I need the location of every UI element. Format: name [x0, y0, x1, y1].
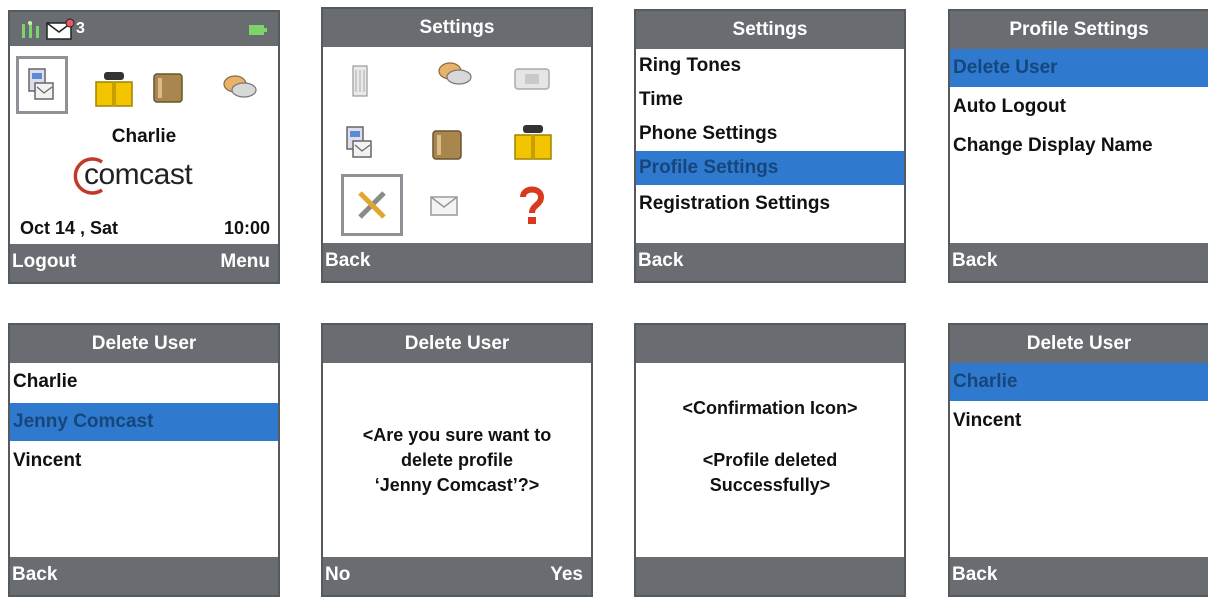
contacts-card-icon[interactable]	[345, 125, 373, 161]
yes-softkey[interactable]: Yes	[550, 564, 583, 586]
user-name: Charlie	[111, 126, 177, 147]
deleted-message-line-1: <Profile deleted	[702, 450, 838, 470]
confirm-message-line-1: <Are you sure want to	[362, 425, 552, 445]
back-softkey[interactable]: Back	[325, 250, 370, 272]
confirm-message-line-3: ‘Jenny Comcast’?>	[374, 475, 540, 495]
menu-item-registration-settings[interactable]: Registration Settings	[636, 187, 904, 221]
home-screen: 3 Charlie comcast Oct 14 , Sat 10:00 Log…	[8, 10, 280, 284]
screen-title: Settings	[636, 11, 904, 49]
notebook-icon[interactable]	[429, 127, 465, 163]
settings-grid-screen: Settings Back	[321, 7, 593, 283]
screen-title	[636, 325, 904, 363]
softkey-bar: Logout Menu	[10, 244, 278, 282]
softkey-bar: Back	[950, 243, 1208, 281]
user-item-charlie[interactable]: Charlie	[950, 363, 1208, 401]
notification-count: 3	[76, 20, 85, 37]
menu-item-change-display-name[interactable]: Change Display Name	[950, 127, 1208, 165]
phone-book-icon[interactable]	[94, 68, 134, 108]
screen-title: Delete User	[323, 325, 591, 363]
menu-item-time[interactable]: Time	[636, 83, 904, 117]
confirmation-icon-placeholder: <Confirmation Icon>	[682, 398, 858, 418]
brand-logo: comcast	[72, 156, 222, 196]
deleted-notice-screen: <Confirmation Icon> <Profile deleted Suc…	[634, 323, 906, 597]
help-question-icon[interactable]	[519, 185, 545, 225]
settings-list-screen: Settings Ring Tones Time Phone Settings …	[634, 9, 906, 283]
brand-text: comcast	[84, 158, 193, 191]
delete-user-screen: Delete User Charlie Jenny Comcast Vincen…	[8, 323, 280, 597]
user-item-jenny-comcast[interactable]: Jenny Comcast	[10, 403, 278, 441]
screen-title: Profile Settings	[950, 11, 1208, 49]
user-item-charlie[interactable]: Charlie	[10, 363, 278, 401]
battery-icon	[249, 25, 267, 35]
screen-title: Delete User	[950, 325, 1208, 363]
screen-title: Delete User	[10, 325, 278, 363]
softkey-bar: Back	[10, 557, 278, 595]
softkey-bar: Back	[323, 243, 591, 281]
screen-icon[interactable]	[513, 65, 551, 93]
tools-icon	[358, 191, 386, 219]
date-text: Oct 14 , Sat	[20, 218, 119, 238]
menu-item-phone-settings[interactable]: Phone Settings	[636, 117, 904, 151]
delete-confirm-screen: Delete User <Are you sure want to delete…	[321, 323, 593, 597]
user-item-vincent[interactable]: Vincent	[10, 442, 278, 480]
softkey-bar: Back	[636, 243, 904, 281]
back-softkey[interactable]: Back	[12, 564, 57, 586]
screen-title: Settings	[323, 9, 591, 47]
menu-softkey[interactable]: Menu	[220, 251, 270, 273]
logout-softkey[interactable]: Logout	[12, 251, 76, 273]
signal-icon	[22, 21, 39, 38]
softkey-bar	[636, 557, 904, 595]
confirm-message-line-2: delete profile	[400, 450, 514, 470]
profile-settings-screen: Profile Settings Delete User Auto Logout…	[948, 9, 1208, 283]
softkey-bar: Back	[950, 557, 1208, 595]
back-softkey[interactable]: Back	[952, 564, 997, 586]
contacts-card-icon	[28, 68, 54, 100]
chat-bubbles-icon[interactable]	[220, 72, 260, 102]
back-softkey[interactable]: Back	[638, 250, 683, 272]
time-text: 10:00	[223, 218, 270, 238]
phone-list-icon[interactable]	[351, 64, 371, 98]
menu-item-delete-user[interactable]: Delete User	[950, 49, 1208, 87]
menu-item-profile-settings[interactable]: Profile Settings	[636, 151, 904, 185]
chat-bubbles-icon[interactable]	[435, 59, 475, 89]
delete-user-after-screen: Delete User Charlie Vincent Back	[948, 323, 1208, 597]
notebook-icon[interactable]	[150, 70, 186, 106]
envelope-icon[interactable]	[429, 195, 459, 217]
menu-item-ring-tones[interactable]: Ring Tones	[636, 49, 904, 83]
no-softkey[interactable]: No	[325, 564, 350, 586]
deleted-message-line-2: Successfully>	[709, 475, 831, 495]
user-item-vincent[interactable]: Vincent	[950, 402, 1208, 440]
softkey-bar: No Yes	[323, 557, 591, 595]
mail-icon[interactable]	[46, 18, 76, 40]
phone-book-icon[interactable]	[513, 121, 553, 161]
back-softkey[interactable]: Back	[952, 250, 997, 272]
menu-item-auto-logout[interactable]: Auto Logout	[950, 88, 1208, 126]
